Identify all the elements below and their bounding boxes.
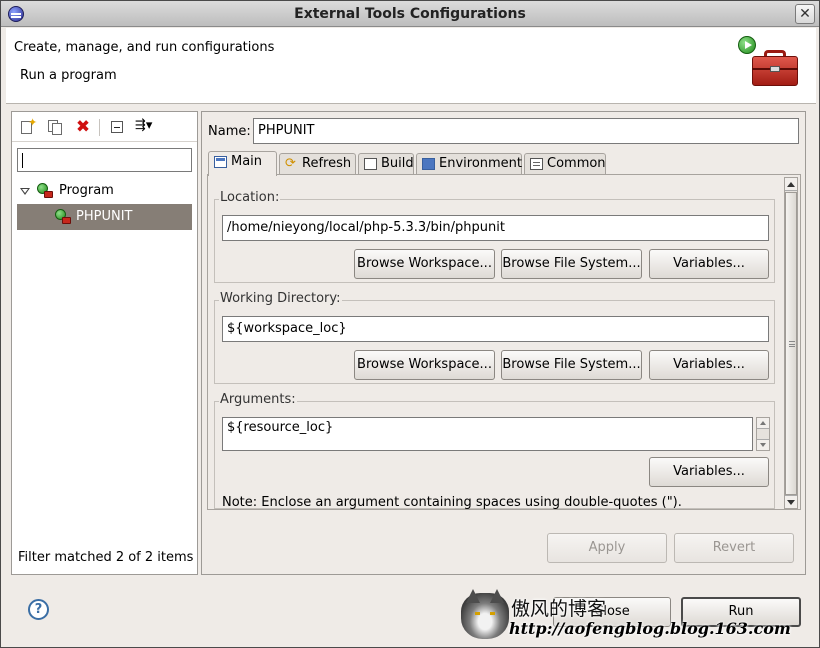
window-title: External Tools Configurations xyxy=(294,6,526,22)
header-message: Run a program xyxy=(20,68,117,83)
working-directory-field[interactable]: ${workspace_loc} xyxy=(222,316,769,342)
filter-menu-icon[interactable]: ⇶▾ xyxy=(135,118,165,136)
name-field[interactable]: PHPUNIT xyxy=(253,118,799,144)
dialog-header: Create, manage, and run configurations R… xyxy=(6,28,816,103)
tree-item-label: Program xyxy=(59,183,114,198)
arguments-note: Note: Enclose an argument containing spa… xyxy=(222,495,682,510)
working-directory-browse-workspace-button[interactable]: Browse Workspace... xyxy=(354,350,495,380)
delete-icon[interactable]: ✖ xyxy=(74,118,92,136)
tree-item-program[interactable]: Program xyxy=(17,178,192,204)
tab-refresh[interactable]: ⟳ Refresh xyxy=(279,153,356,175)
chevron-down-icon[interactable] xyxy=(20,188,30,195)
working-directory-group: Working Directory: ${workspace_loc} Brow… xyxy=(214,291,775,384)
location-field[interactable]: /home/nieyong/local/php-5.3.3/bin/phpuni… xyxy=(222,215,769,241)
scroll-thumb[interactable] xyxy=(785,192,797,495)
help-icon[interactable]: ? xyxy=(28,599,49,620)
tab-environment[interactable]: Environment xyxy=(416,153,522,175)
blog-watermark: 傲风的博客 http://aofengblog.blog.163.com xyxy=(461,589,811,645)
working-directory-label: Working Directory: xyxy=(219,291,342,306)
tab-main[interactable]: Main xyxy=(208,151,277,176)
toolbar-separator xyxy=(99,119,100,136)
tab-label: Environment xyxy=(439,156,523,171)
header-heading: Create, manage, and run configurations xyxy=(14,40,275,55)
external-tools-dialog: External Tools Configurations ✕ Create, … xyxy=(0,0,820,648)
tab-strip: Main ⟳ Refresh Build Environment Common xyxy=(207,151,801,176)
title-bar[interactable]: External Tools Configurations ✕ xyxy=(1,1,819,27)
collapse-all-icon[interactable] xyxy=(108,118,126,136)
wolf-avatar xyxy=(461,589,509,639)
filter-text-field[interactable] xyxy=(18,149,191,171)
tab-label: Common xyxy=(547,156,606,171)
configuration-editor: Name: PHPUNIT Main ⟳ Refresh Build Envir… xyxy=(201,111,806,575)
location-label: Location: xyxy=(219,190,281,205)
scroll-down-icon[interactable] xyxy=(785,495,797,508)
configuration-toolbar: ✦ ✖ ⇶▾ xyxy=(12,112,197,142)
tab-build[interactable]: Build xyxy=(358,153,414,175)
working-directory-browse-file-system-button[interactable]: Browse File System... xyxy=(501,350,642,380)
arguments-label: Arguments: xyxy=(219,392,297,407)
common-icon xyxy=(530,158,543,170)
working-directory-variables-button[interactable]: Variables... xyxy=(649,350,769,380)
filter-input[interactable] xyxy=(17,148,192,172)
arguments-variables-button[interactable]: Variables... xyxy=(649,457,769,487)
new-configuration-icon[interactable]: ✦ xyxy=(19,116,37,136)
arguments-scrollbar[interactable] xyxy=(756,417,770,451)
arguments-field[interactable]: ${resource_loc} xyxy=(222,417,753,451)
text-caret xyxy=(22,153,23,168)
environment-icon xyxy=(422,158,435,170)
watermark-title: 傲风的博客 xyxy=(511,598,607,620)
tree-item-label: PHPUNIT xyxy=(76,209,133,224)
main-tab-icon xyxy=(214,156,227,168)
tab-common[interactable]: Common xyxy=(524,153,606,175)
location-browse-file-system-button[interactable]: Browse File System... xyxy=(501,249,642,279)
location-group: Location: /home/nieyong/local/php-5.3.3/… xyxy=(214,190,775,283)
tab-label: Main xyxy=(231,154,263,169)
watermark-url: http://aofengblog.blog.163.com xyxy=(509,619,791,638)
filter-status: Filter matched 2 of 2 items xyxy=(18,550,194,565)
tab-label: Refresh xyxy=(302,156,352,171)
location-browse-workspace-button[interactable]: Browse Workspace... xyxy=(354,249,495,279)
tab-scrollbar[interactable] xyxy=(784,177,798,509)
toolbox-run-icon xyxy=(738,36,800,88)
tree-item-phpunit[interactable]: PHPUNIT xyxy=(17,204,192,230)
tab-label: Build xyxy=(381,156,414,171)
scroll-up-icon[interactable] xyxy=(785,178,797,191)
apply-button[interactable]: Apply xyxy=(547,533,667,563)
revert-button[interactable]: Revert xyxy=(674,533,794,563)
build-icon xyxy=(364,158,377,170)
arguments-group: Arguments: ${resource_loc} Variables... … xyxy=(214,392,775,510)
window-close-button[interactable]: ✕ xyxy=(795,4,815,24)
location-variables-button[interactable]: Variables... xyxy=(649,249,769,279)
program-icon xyxy=(37,183,53,199)
header-separator xyxy=(6,103,816,104)
main-tab-content: Location: /home/nieyong/local/php-5.3.3/… xyxy=(207,174,801,510)
name-label: Name: xyxy=(208,124,251,139)
external-tool-icon xyxy=(55,209,71,225)
refresh-icon: ⟳ xyxy=(285,156,296,171)
configuration-list-pane: ✦ ✖ ⇶▾ Program PHPUNIT Filter matched 2 … xyxy=(11,111,198,575)
duplicate-icon[interactable] xyxy=(46,118,64,136)
